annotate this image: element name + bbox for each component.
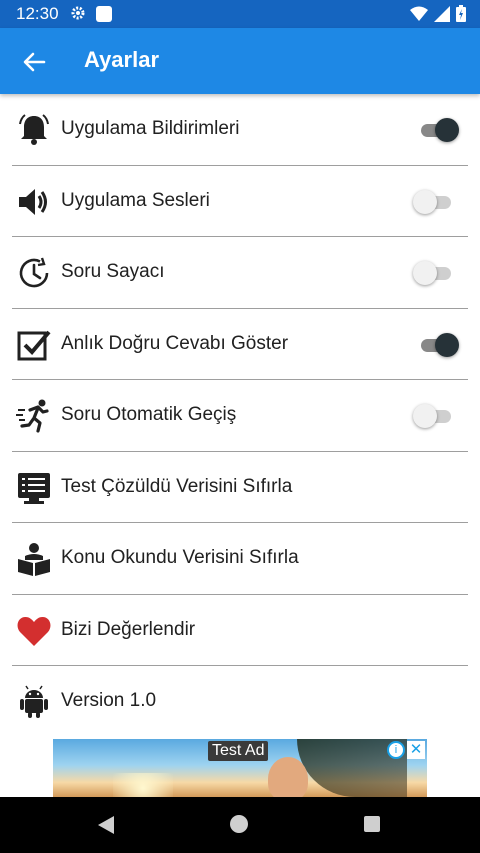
setting-reset-read-data[interactable]: Konu Okundu Verisini Sıfırla [0, 523, 480, 595]
settings-list: Uygulama Bildirimleri Uygulama Sesleri S… [0, 94, 480, 738]
setting-label: Soru Otomatik Geçiş [61, 404, 237, 425]
ad-person-image [268, 757, 308, 797]
status-bar: 12:30 [0, 0, 480, 28]
reading-icon [18, 543, 50, 576]
setting-label: Uygulama Sesleri [61, 189, 210, 211]
sounds-toggle[interactable] [413, 189, 459, 214]
setting-auto-advance[interactable]: Soru Otomatik Geçiş [0, 380, 480, 452]
ad-banner[interactable]: Test Ad i ✕ [53, 739, 427, 797]
setting-app-sounds[interactable]: Uygulama Sesleri [0, 166, 480, 237]
setting-label: Anlık Doğru Cevabı Göster [61, 332, 289, 354]
battery-icon [456, 5, 466, 22]
timer-toggle[interactable] [413, 261, 459, 285]
nav-recent-icon[interactable] [364, 816, 380, 832]
show-answer-toggle[interactable] [413, 332, 459, 357]
setting-label: Uygulama Bildirimleri [61, 118, 240, 139]
gear-icon [71, 6, 85, 20]
setting-label: Test Çözüldü Verisini Sıfırla [61, 475, 293, 497]
setting-app-notifications[interactable]: Uygulama Bildirimleri [0, 94, 480, 166]
setting-reset-test-data[interactable]: Test Çözüldü Verisini Sıfırla [0, 452, 480, 523]
setting-question-timer[interactable]: Soru Sayacı [0, 237, 480, 309]
back-arrow-icon[interactable] [20, 48, 48, 76]
nav-home-icon[interactable] [230, 815, 248, 833]
nav-back-icon[interactable] [96, 815, 116, 835]
navigation-bar [0, 797, 480, 853]
ad-info-icon[interactable]: i [387, 741, 405, 759]
ad-label: Test Ad [208, 741, 269, 761]
setting-version: Version 1.0 [0, 666, 480, 738]
setting-rate-us[interactable]: Bizi Değerlendir [0, 595, 480, 666]
bell-icon [19, 114, 49, 145]
signal-icon [434, 5, 450, 22]
setting-label: Soru Sayacı [61, 261, 165, 282]
speaker-icon [19, 188, 47, 215]
ad-sun [113, 773, 173, 797]
setting-label: Konu Okundu Verisini Sıfırla [61, 547, 299, 568]
timer-icon [19, 257, 49, 288]
auto-advance-toggle[interactable] [413, 404, 459, 428]
heart-icon [17, 616, 51, 646]
running-icon [16, 399, 49, 433]
checkbox-icon [17, 330, 51, 360]
setting-label: Bizi Değerlendir [61, 618, 196, 640]
ad-close-icon[interactable]: ✕ [407, 741, 425, 759]
notification-icon [96, 6, 112, 22]
setting-show-answer[interactable]: Anlık Doğru Cevabı Göster [0, 309, 480, 380]
monitor-list-icon [18, 472, 50, 504]
android-icon [20, 685, 48, 718]
app-bar: Ayarlar [0, 28, 480, 94]
notifications-toggle[interactable] [413, 118, 459, 142]
page-title: Ayarlar [84, 47, 160, 72]
status-time: 12:30 [16, 4, 59, 23]
setting-label: Version 1.0 [61, 690, 157, 711]
wifi-icon [410, 6, 428, 21]
